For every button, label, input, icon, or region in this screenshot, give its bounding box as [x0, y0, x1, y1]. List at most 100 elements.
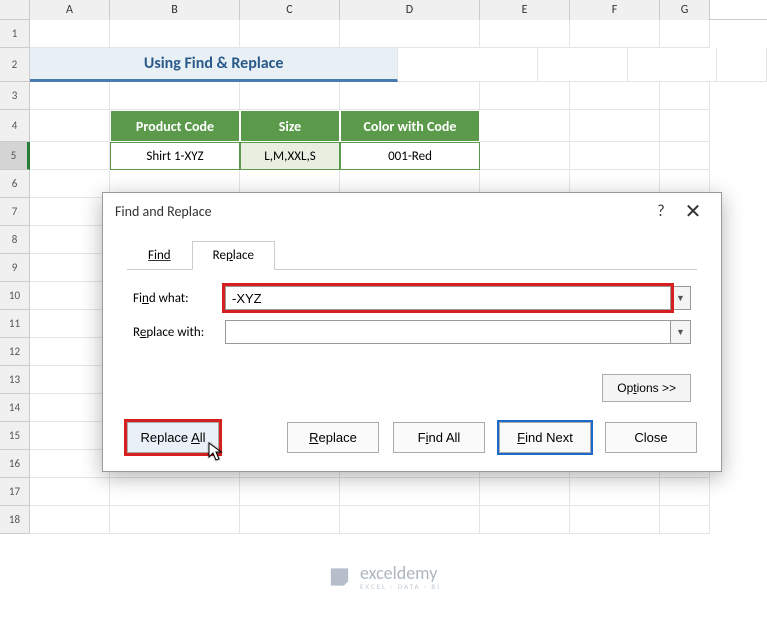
- row-header[interactable]: 11: [0, 310, 30, 338]
- select-all-corner[interactable]: [0, 0, 30, 19]
- row-header[interactable]: 16: [0, 450, 30, 478]
- cell[interactable]: Size: [240, 110, 340, 142]
- cell[interactable]: [30, 478, 110, 506]
- row-header[interactable]: 2: [0, 48, 30, 82]
- cell[interactable]: [30, 310, 110, 338]
- row-header[interactable]: 8: [0, 226, 30, 254]
- find-dropdown-icon[interactable]: ▼: [671, 286, 691, 310]
- row-header[interactable]: 9: [0, 254, 30, 282]
- cell[interactable]: [30, 422, 110, 450]
- col-header-E[interactable]: E: [480, 0, 570, 20]
- cell[interactable]: [480, 506, 570, 534]
- dialog-titlebar[interactable]: Find and Replace ? ✕: [103, 193, 721, 229]
- col-header-B[interactable]: B: [110, 0, 240, 20]
- row-header[interactable]: 10: [0, 282, 30, 310]
- cell[interactable]: [30, 142, 110, 170]
- cell[interactable]: [30, 226, 110, 254]
- cell[interactable]: [660, 20, 710, 48]
- cell[interactable]: [30, 506, 110, 534]
- replace-with-input[interactable]: [225, 320, 671, 344]
- cell[interactable]: [240, 506, 340, 534]
- cell[interactable]: [30, 20, 110, 48]
- close-icon[interactable]: ✕: [677, 195, 709, 227]
- cell[interactable]: [480, 478, 570, 506]
- cell[interactable]: [240, 20, 340, 48]
- cell[interactable]: [480, 20, 570, 48]
- cell[interactable]: [110, 478, 240, 506]
- cell[interactable]: [570, 110, 660, 142]
- help-button[interactable]: ?: [645, 195, 677, 227]
- replace-all-button[interactable]: Replace All: [127, 422, 219, 453]
- cell[interactable]: Product Code: [110, 110, 240, 142]
- find-all-button[interactable]: Find All: [393, 422, 485, 453]
- cell[interactable]: [30, 110, 110, 142]
- col-header-F[interactable]: F: [570, 0, 660, 20]
- row-header[interactable]: 12: [0, 338, 30, 366]
- cell[interactable]: [340, 478, 480, 506]
- cell[interactable]: [30, 198, 110, 226]
- cell[interactable]: [628, 48, 718, 82]
- tab-find[interactable]: Find: [127, 241, 192, 270]
- cell[interactable]: 001-Red: [340, 142, 480, 170]
- cell[interactable]: [538, 48, 628, 82]
- row-header[interactable]: 3: [0, 82, 30, 110]
- cell[interactable]: [570, 142, 660, 170]
- cell[interactable]: [110, 20, 240, 48]
- row-header[interactable]: 7: [0, 198, 30, 226]
- col-header-A[interactable]: A: [30, 0, 110, 20]
- cell[interactable]: [30, 338, 110, 366]
- row-header[interactable]: 17: [0, 478, 30, 506]
- cell[interactable]: [660, 506, 710, 534]
- cell[interactable]: [340, 506, 480, 534]
- cell[interactable]: [240, 478, 340, 506]
- cell[interactable]: [570, 20, 660, 48]
- options-button[interactable]: Options >>: [602, 374, 691, 402]
- row-header[interactable]: 1: [0, 20, 30, 48]
- col-header-G[interactable]: G: [660, 0, 710, 20]
- cell[interactable]: [398, 48, 537, 82]
- col-header-C[interactable]: C: [240, 0, 340, 20]
- cell[interactable]: [110, 82, 240, 110]
- cell[interactable]: [30, 82, 110, 110]
- cell[interactable]: [660, 110, 710, 142]
- row-header[interactable]: 4: [0, 110, 30, 142]
- cell[interactable]: [570, 82, 660, 110]
- cell[interactable]: [30, 366, 110, 394]
- cell[interactable]: Color with Code: [340, 110, 480, 142]
- cell[interactable]: [30, 450, 110, 478]
- close-button[interactable]: Close: [605, 422, 697, 453]
- row: 4 Product CodeSizeColor with Code: [0, 110, 767, 142]
- cell[interactable]: [340, 82, 480, 110]
- cell[interactable]: [660, 82, 710, 110]
- cell[interactable]: [717, 48, 767, 82]
- cell[interactable]: [30, 394, 110, 422]
- row-header[interactable]: 15: [0, 422, 30, 450]
- find-next-button[interactable]: Find Next: [499, 422, 591, 453]
- cell[interactable]: [660, 142, 710, 170]
- cell[interactable]: [570, 506, 660, 534]
- row-header[interactable]: 18: [0, 506, 30, 534]
- cell[interactable]: [110, 506, 240, 534]
- cell[interactable]: [570, 478, 660, 506]
- cell[interactable]: [480, 110, 570, 142]
- cell[interactable]: [240, 82, 340, 110]
- cell[interactable]: Shirt 1-XYZ: [110, 142, 240, 170]
- cell[interactable]: [480, 142, 570, 170]
- row-header[interactable]: 6: [0, 170, 30, 198]
- cell[interactable]: [340, 20, 480, 48]
- cell[interactable]: [660, 478, 710, 506]
- title-cell[interactable]: Using Find & Replace: [30, 48, 399, 82]
- cell[interactable]: [480, 82, 570, 110]
- cell[interactable]: L,M,XXL,S: [240, 142, 340, 170]
- tab-replace[interactable]: Replace: [192, 241, 275, 270]
- col-header-D[interactable]: D: [340, 0, 480, 20]
- cell[interactable]: [30, 282, 110, 310]
- row-header[interactable]: 14: [0, 394, 30, 422]
- row-header[interactable]: 5: [0, 142, 30, 170]
- find-what-input[interactable]: [225, 286, 671, 310]
- replace-button[interactable]: Replace: [287, 422, 379, 453]
- cell[interactable]: [30, 254, 110, 282]
- replace-dropdown-icon[interactable]: ▼: [671, 320, 691, 344]
- cell[interactable]: [30, 170, 110, 198]
- row-header[interactable]: 13: [0, 366, 30, 394]
